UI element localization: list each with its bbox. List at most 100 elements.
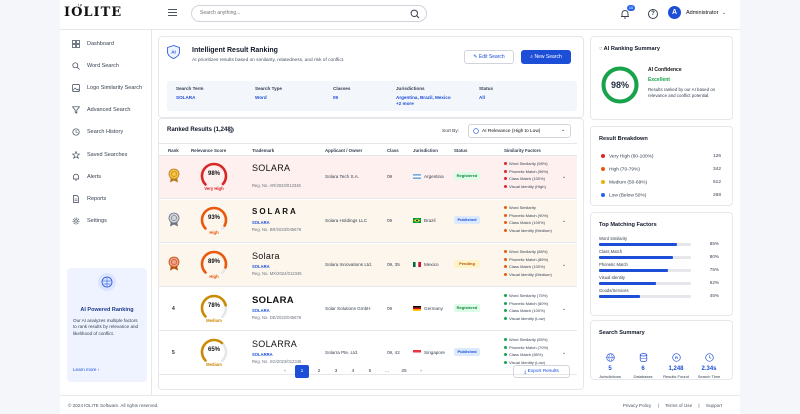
factor-bar [599, 243, 691, 246]
ai-summary-title: ◌ AI Ranking Summary [599, 46, 660, 52]
search-summary-card: Search Summary 5 Jurisdictions 6 Databases… [590, 320, 733, 380]
similarity-factor: Phonetic Match (80%) [504, 300, 548, 308]
ai-shield-icon: AI [167, 45, 180, 59]
similarity-factors: Word Similarity (88%) Phonetic Match (85%… [504, 248, 552, 278]
new-search-button[interactable]: ⌕ New Search [521, 50, 571, 64]
search-input[interactable] [200, 10, 400, 16]
sidebar-item-saved-searches[interactable]: Saved Searches [72, 150, 127, 160]
table-row[interactable]: 4 78% Medium SOLARA SOLARA Reg. No. DE/2… [159, 288, 577, 331]
search-icon [72, 62, 80, 70]
flag-icon [413, 306, 421, 311]
chevron-down-icon[interactable]: ⌄ [562, 174, 566, 180]
next-page-button[interactable]: › [414, 365, 428, 378]
status-badge: Pending [454, 260, 480, 268]
sidebar-item-search-history[interactable]: Search History [72, 127, 123, 137]
relevance-score: 93% [207, 215, 220, 221]
edit-search-button[interactable]: ✎ Edit Search [464, 50, 514, 64]
rank-number: 4 [172, 306, 175, 312]
rank-number: 5 [172, 350, 175, 356]
avatar[interactable]: A [668, 6, 681, 19]
page-button[interactable]: 2 [312, 365, 326, 378]
copyright: © 2024 IOLITE Software. All rights reser… [68, 403, 159, 408]
legend-dot [601, 180, 605, 184]
column-header[interactable]: Rank [168, 148, 179, 153]
page-button[interactable]: 5 [363, 365, 377, 378]
prev-page-button[interactable]: ‹ [278, 365, 292, 378]
info-icon[interactable]: i [228, 127, 234, 133]
jurisdiction-name: Germany [424, 306, 443, 311]
page-button[interactable]: 4 [346, 365, 360, 378]
criteria-search-term: Search Term SOLARA [176, 86, 204, 100]
trademark-name[interactable]: SOLARA [252, 207, 298, 216]
page-button[interactable]: 3 [329, 365, 343, 378]
sidebar-item-logo-search[interactable]: Logo Similarity Search [72, 83, 142, 93]
sidebar-item-label: Logo Similarity Search [87, 85, 143, 91]
terms-link[interactable]: Terms of Use [665, 403, 692, 408]
trademark-name[interactable]: SOLARA [252, 295, 294, 306]
applicant-owner: Solara Innovations Ltd. [325, 262, 372, 267]
footer: © 2024 IOLITE Software. All rights reser… [60, 395, 740, 414]
column-header[interactable]: Jurisdiction [413, 148, 438, 153]
trademark-name[interactable]: SOLARA [252, 163, 290, 173]
sidebar-item-label: Word Search [87, 63, 119, 69]
similarity-factor: Visual Identity (High) [504, 183, 548, 191]
sidebar-item-dashboard[interactable]: Dashboard [72, 39, 114, 49]
sidebar-item-label: Reports [87, 196, 107, 202]
chevron-down-icon[interactable]: ⌄ [722, 10, 726, 16]
sidebar-item-label: Alerts [87, 174, 102, 180]
sidebar-item-reports[interactable]: Reports [72, 194, 106, 204]
star-icon [72, 151, 80, 159]
sidebar-item-word-search[interactable]: Word Search [72, 61, 119, 71]
table-row[interactable]: 89% High Solara SOLARA Reg. No. MX/2024/… [159, 244, 577, 287]
table-row[interactable]: 93% High SOLARA SOLARA Reg. No. BR/2023/… [159, 200, 577, 243]
similarity-factor: Class Match (100%) [504, 219, 552, 227]
user-name[interactable]: Administrator [686, 10, 718, 16]
sidebar-item-settings[interactable]: Settings [72, 216, 107, 226]
column-header[interactable]: Class [387, 148, 399, 153]
trademark-wordmark: SOLARRA [252, 352, 273, 357]
privacy-link[interactable]: Privacy Policy [623, 403, 652, 408]
page-button[interactable]: 25 [397, 365, 411, 378]
footer-divider: | [698, 403, 700, 408]
column-header[interactable]: Applicant / Owner [325, 148, 362, 153]
column-header[interactable]: Status [454, 148, 467, 153]
column-header[interactable]: Relevance Score [191, 148, 226, 153]
column-header[interactable]: Trademark [252, 148, 274, 153]
table-row[interactable]: 98% Very High SOLARA Reg. No. AR/2023/01… [159, 156, 577, 199]
support-link[interactable]: Support [706, 403, 722, 408]
search-icon[interactable] [410, 9, 420, 19]
legend-dot [601, 193, 605, 197]
export-results-button[interactable]: ⤓ Export Results [513, 365, 570, 378]
criteria-search-type: Search Type Word [255, 86, 282, 100]
chevron-down-icon[interactable]: ⌄ [562, 262, 566, 268]
class-value: 09, 35 [387, 262, 400, 267]
sidebar-item-alerts[interactable]: Alerts [72, 172, 101, 182]
global-search[interactable] [191, 5, 427, 22]
class-value: 09 [387, 218, 393, 223]
sidebar-item-label: Search History [87, 129, 124, 135]
criteria-jurisdictions: Jurisdictions Argentina, Brazil, Mexico +2… [396, 86, 451, 106]
page-list: 1 2 3 4 5... 25 [295, 365, 414, 378]
relevance-level: Medium [206, 318, 222, 323]
sort-select[interactable]: AI Relevance (High to Low) ⌄ [468, 124, 571, 138]
confidence-value: 98% [610, 80, 629, 90]
app-logo[interactable]: IOLITE ip [64, 2, 122, 20]
page-button[interactable]: 1 [295, 365, 309, 378]
relevance-score: 89% [207, 259, 220, 265]
sidebar-item-advanced-search[interactable]: Advanced Search [72, 105, 130, 115]
trademark-name[interactable]: SOLARRA [252, 339, 297, 349]
similarity-factor: Word Similarity (98%) [504, 160, 548, 168]
more-jurisdictions-link[interactable]: +2 more [396, 101, 451, 106]
chevron-down-icon[interactable]: ⌄ [562, 306, 566, 312]
learn-more-link[interactable]: Learn more › [73, 367, 99, 372]
column-header[interactable]: Similarity Factors [504, 148, 541, 153]
chevron-down-icon[interactable]: ⌄ [562, 350, 566, 356]
footer-links: Privacy Policy | Terms of Use | Support [618, 403, 722, 408]
help-icon[interactable]: ? [648, 9, 658, 19]
trademark-wordmark: SOLARA [252, 308, 270, 313]
chevron-down-icon[interactable]: ⌄ [562, 218, 566, 224]
trademark-name[interactable]: Solara [252, 251, 280, 261]
trademark-icon: R [671, 353, 681, 362]
menu-icon[interactable] [168, 9, 177, 17]
status-badge: Published [454, 348, 480, 356]
